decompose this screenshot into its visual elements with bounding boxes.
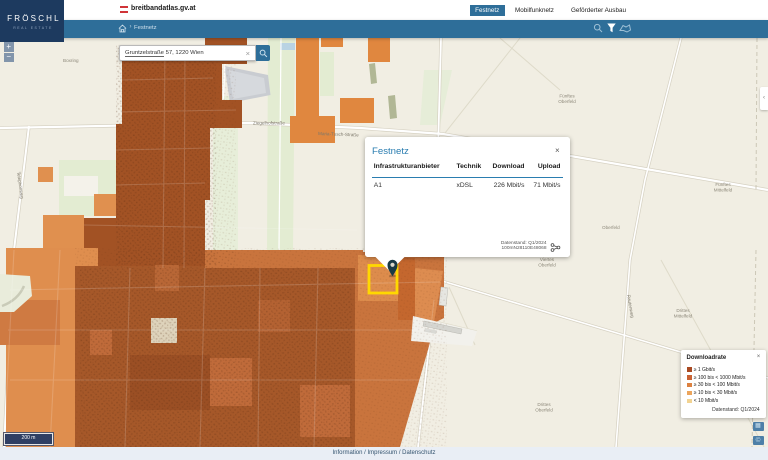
svg-text:Oberfeld: Oberfeld xyxy=(538,263,556,268)
svg-text:Mittelfeld: Mittelfeld xyxy=(674,314,693,319)
svg-text:Boxring: Boxring xyxy=(63,58,79,63)
svg-text:Viertes: Viertes xyxy=(540,257,555,262)
svg-text:Oberfeld: Oberfeld xyxy=(535,408,553,413)
svg-text:Drittes: Drittes xyxy=(537,402,551,407)
svg-text:Oberfeld: Oberfeld xyxy=(558,99,576,104)
svg-text:Fünftes: Fünftes xyxy=(559,94,575,99)
svg-text:Oberfeld: Oberfeld xyxy=(602,225,620,230)
svg-text:Fünftes: Fünftes xyxy=(715,182,731,187)
svg-text:Mittelfeld: Mittelfeld xyxy=(714,188,733,193)
svg-text:Drittes: Drittes xyxy=(676,308,690,313)
svg-text:Ziegelhofstraße: Ziegelhofstraße xyxy=(253,121,285,126)
